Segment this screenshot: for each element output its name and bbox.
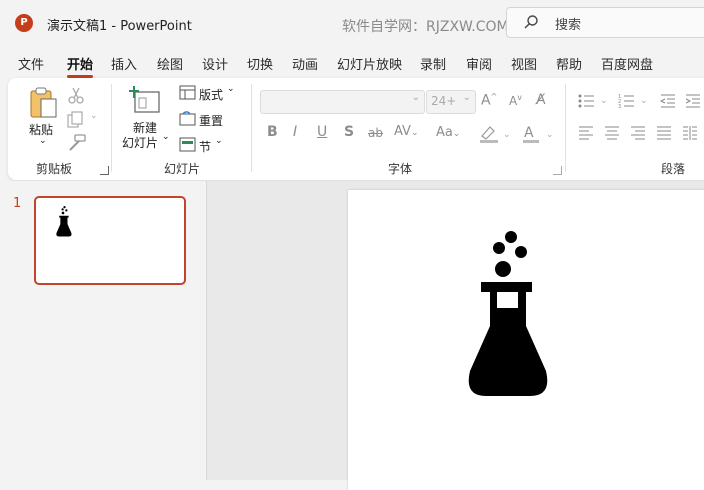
tab-view[interactable]: 视图 (511, 54, 537, 73)
clipboard-launcher-icon[interactable] (100, 166, 109, 175)
columns-icon[interactable] (682, 125, 698, 141)
group-divider (111, 84, 112, 172)
paragraph-group-label: 段落 (661, 162, 686, 176)
slide-number: 1 (13, 196, 22, 211)
document-title: 演示文稿1 - PowerPoint (47, 19, 192, 34)
tab-review[interactable]: 审阅 (466, 54, 492, 73)
text-shadow-icon[interactable]: S (344, 124, 354, 140)
tab-file[interactable]: 文件 (18, 54, 44, 73)
svg-text:3: 3 (618, 104, 621, 109)
svg-text:⌄: ⌄ (546, 130, 554, 140)
copy-dropdown-chevron-icon[interactable]: ⌄ (90, 111, 98, 121)
tab-help[interactable]: 帮助 (556, 54, 582, 73)
justify-icon[interactable] (656, 126, 672, 140)
underline-icon[interactable]: U (317, 124, 327, 140)
slide-canvas[interactable] (348, 190, 704, 490)
layout-icon (179, 85, 196, 100)
font-group-label: 字体 (388, 162, 413, 176)
svg-text:A: A (524, 125, 534, 141)
tab-baidu-netdisk[interactable]: 百度网盘 (601, 54, 653, 73)
increase-indent-icon[interactable] (685, 93, 701, 109)
ribbon: 粘贴 ⌄ ⌄ 剪贴板 新建 幻灯片 ⌄ 版式 ⌄ 重置 节 ⌄ 幻灯片 ⌄ 24… (8, 78, 704, 180)
group-divider (565, 84, 566, 172)
font-name-select[interactable]: ⌄ (260, 90, 425, 114)
font-size-chevron-icon: ⌄ (462, 92, 471, 103)
italic-icon[interactable]: I (293, 124, 297, 140)
svg-text:⌄: ⌄ (600, 96, 608, 106)
paste-icon[interactable] (28, 86, 60, 120)
layout-chevron-icon[interactable]: ⌄ (227, 84, 235, 94)
bullets-icon[interactable]: ⌄ (578, 93, 612, 109)
new-slide-chevron-icon[interactable]: ⌄ (162, 132, 170, 142)
section-icon (179, 137, 196, 152)
tab-insert[interactable]: 插入 (111, 54, 137, 73)
decrease-font-size-icon[interactable]: Av (509, 93, 522, 108)
highlight-color-icon[interactable]: ⌄ (479, 124, 513, 144)
clear-formatting-icon[interactable]: A̸ (536, 92, 546, 108)
align-center-icon[interactable] (604, 126, 620, 140)
search-input[interactable]: 搜索 (506, 7, 704, 38)
reset-icon (179, 111, 196, 126)
font-name-chevron-icon: ⌄ (411, 92, 420, 103)
section-button[interactable]: 节 (199, 138, 211, 155)
paste-dropdown-chevron-icon[interactable]: ⌄ (39, 136, 47, 146)
font-size-value: 24+ (431, 94, 457, 108)
numbering-icon[interactable]: 123 ⌄ (618, 93, 652, 109)
powerpoint-logo-icon: P (15, 14, 33, 32)
format-painter-icon[interactable] (67, 134, 87, 152)
search-placeholder: 搜索 (555, 18, 582, 33)
cut-icon[interactable] (67, 86, 85, 104)
new-slide-button[interactable]: 幻灯片 (122, 134, 158, 151)
tab-home[interactable]: 开始 (67, 54, 94, 78)
slide-thumbnail[interactable] (34, 196, 186, 285)
group-divider (251, 84, 252, 172)
svg-text:⌄: ⌄ (640, 96, 648, 106)
strikethrough-icon[interactable]: ab (368, 126, 383, 140)
bold-icon[interactable]: B (267, 124, 278, 140)
layout-button[interactable]: 版式 (199, 86, 223, 103)
slides-group-label: 幻灯片 (164, 162, 201, 176)
font-color-icon[interactable]: A ⌄ (522, 124, 556, 144)
title-bar: P 演示文稿1 - PowerPoint 软件自学网：RJZXW.COM 搜索 (0, 0, 704, 46)
tab-transitions[interactable]: 切换 (247, 54, 273, 73)
flask-icon (56, 206, 72, 237)
change-case-icon[interactable]: Aa⌄ (436, 125, 460, 140)
character-spacing-icon[interactable]: AV⌄ (394, 124, 419, 139)
font-size-select[interactable]: 24+ ⌄ (426, 90, 476, 114)
tab-design[interactable]: 设计 (202, 54, 228, 73)
tab-draw[interactable]: 绘图 (157, 54, 183, 73)
reset-button[interactable]: 重置 (199, 112, 223, 129)
decrease-indent-icon[interactable] (660, 93, 676, 109)
align-right-icon[interactable] (630, 126, 646, 140)
section-chevron-icon[interactable]: ⌄ (215, 136, 223, 146)
tab-animations[interactable]: 动画 (292, 54, 318, 73)
align-left-icon[interactable] (578, 126, 594, 140)
tab-record[interactable]: 录制 (420, 54, 446, 73)
copy-icon[interactable] (67, 111, 87, 129)
tab-slideshow[interactable]: 幻灯片放映 (337, 54, 402, 73)
new-slide-icon[interactable] (129, 86, 161, 114)
svg-text:⌄: ⌄ (503, 130, 511, 140)
watermark-text: 软件自学网：RJZXW.COM (342, 19, 509, 35)
clipboard-group-label: 剪贴板 (36, 162, 73, 176)
ribbon-tabs: 文件 开始 插入 绘图 设计 切换 动画 幻灯片放映 录制 审阅 视图 帮助 百… (0, 50, 704, 78)
font-launcher-icon[interactable] (553, 166, 562, 175)
flask-icon[interactable] (466, 230, 550, 400)
increase-font-size-icon[interactable]: A^ (481, 92, 497, 109)
search-icon (524, 15, 538, 29)
